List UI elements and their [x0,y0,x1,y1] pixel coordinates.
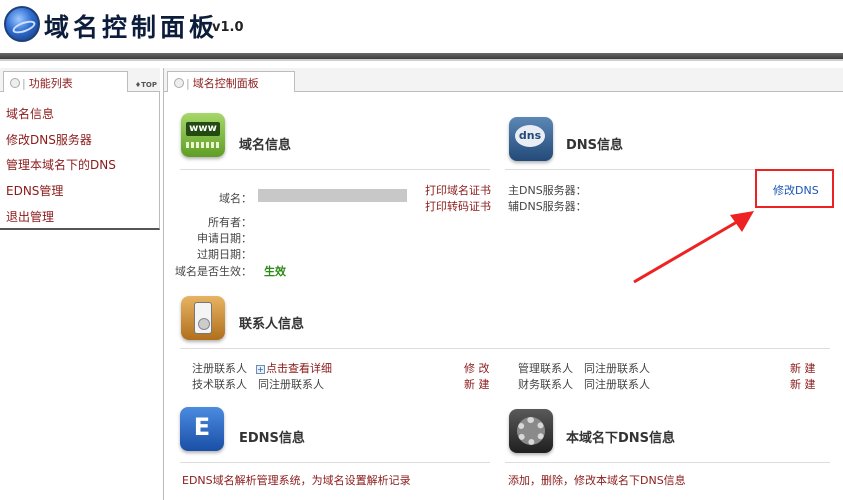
domain-info-divider [180,169,490,170]
gear-tab-icon [10,78,20,88]
local-dns-manage-link[interactable]: 添加，删除，修改本域名下DNS信息 [508,472,686,488]
app-version: v1.0 [212,20,244,35]
apply-date-label: 申请日期： [197,232,252,245]
main-tabbar: | 域名控制面板 [164,68,843,92]
tech-contact-label: 技术联系人 [192,378,247,391]
gear-tab-icon [174,78,184,88]
sidebar-tabbar: | 功能列表 ♦TOP [0,68,160,92]
sidebar-item-modify-dns[interactable]: 修改DNS服务器 [6,131,92,148]
header: 域名控制面板 v1.0 [0,0,843,52]
edns-info-title: EDNS信息 [239,431,305,446]
tab-domain-control-panel-label: 域名控制面板 [192,77,259,90]
effective-label: 域名是否生效： [175,265,252,278]
print-domain-cert-link[interactable]: 打印域名证书 [425,182,491,198]
registrant-detail-link[interactable]: + 点击查看详细 [256,360,332,376]
secondary-dns-label: 辅DNS服务器： [508,200,587,213]
finance-contact-label: 财务联系人 [518,378,573,391]
sidebar: | 功能列表 ♦TOP 域名信息 修改DNS服务器 管理本域名下的DNS EDNS… [0,68,160,230]
dns-icon: dns [509,117,553,161]
highlight-box [755,169,834,208]
registrant-label: 注册联系人 [192,362,247,375]
annotation-arrow-icon [633,211,754,284]
print-transfer-cert-link[interactable]: 打印转码证书 [425,198,491,214]
finance-contact-new-link[interactable]: 新 建 [790,376,816,392]
tech-contact-new-link[interactable]: 新 建 [464,376,490,392]
contact-icon [181,296,225,340]
finance-contact-value: 同注册联系人 [584,378,650,391]
admin-contact-label: 管理联系人 [518,362,573,375]
admin-contact-value: 同注册联系人 [584,362,650,375]
edns-info-divider [180,462,490,463]
header-divider-shadow [0,59,843,61]
owner-label: 所有者： [208,216,252,229]
app-title: 域名控制面板 [44,13,219,42]
tab-domain-control-panel[interactable]: | 域名控制面板 [167,71,295,92]
admin-contact-new-link[interactable]: 新 建 [790,360,816,376]
contact-info-divider [180,348,830,349]
edns-icon: E [180,407,224,451]
edns-system-link[interactable]: EDNS域名解析管理系统，为域名设置解析记录 [182,472,411,488]
tech-contact-value: 同注册联系人 [258,378,324,391]
dns-info-title: DNS信息 [566,138,624,153]
contact-info-title: 联系人信息 [239,317,305,332]
registrant-modify-link[interactable]: 修 改 [464,360,490,376]
top-link[interactable]: ♦TOP [135,81,157,89]
primary-dns-label: 主DNS服务器： [508,184,587,197]
sidebar-item-manage-dns[interactable]: 管理本域名下的DNS [6,156,116,173]
sidebar-item-logout[interactable]: 退出管理 [6,208,54,225]
domain-value-redacted [258,189,407,202]
tab-function-list[interactable]: | 功能列表 [3,71,128,92]
gear-icon [509,409,553,453]
domain-label: 域名： [219,192,252,205]
tab-function-list-label: 功能列表 [28,77,73,90]
plus-icon: + [256,365,265,374]
www-icon: www [181,113,225,157]
domain-info-title: 域名信息 [239,138,292,153]
local-dns-info-title: 本域名下DNS信息 [566,431,676,446]
effective-status: 生效 [264,265,286,278]
expire-date-label: 过期日期： [197,248,252,261]
sidebar-item-domain-info[interactable]: 域名信息 [6,105,54,122]
globe-logo-icon [4,6,40,42]
local-dns-info-divider [505,462,830,463]
sidebar-item-edns[interactable]: EDNS管理 [6,182,63,199]
